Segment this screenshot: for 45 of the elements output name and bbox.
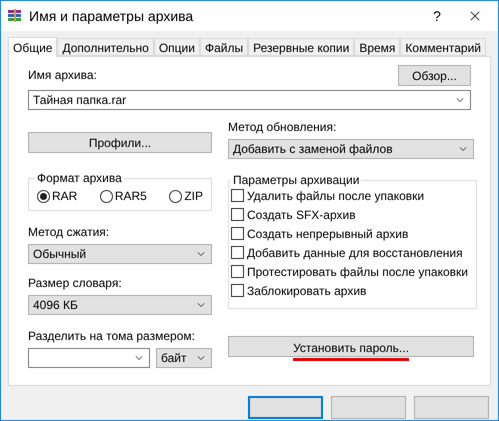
checkbox[interactable] [231,227,244,240]
tab[interactable]: Дополнительно [57,38,154,56]
books-icon [7,8,23,24]
archive-name-combobox[interactable]: Тайная папка.rar [28,90,471,110]
checkbox[interactable] [231,265,244,278]
field-label: Разделить на тома размером: [28,328,196,345]
checkbox-option[interactable]: Протестировать файлы после упаковки [231,265,468,278]
checkbox-option[interactable]: Добавить данные для восстановления [231,246,468,259]
window-title: Имя и параметры архива [29,6,194,26]
profiles-button[interactable]: Профили... [28,132,212,153]
checkbox[interactable] [231,208,244,221]
tab[interactable]: Опции [154,38,200,56]
checkbox[interactable] [231,246,244,259]
field-label: Размер словаря: [28,275,123,292]
field-label: Имя архива: [28,67,97,84]
radio-option[interactable]: RAR [37,187,78,205]
help-button[interactable]: ? [422,1,452,31]
tab[interactable]: Общие [8,37,58,57]
dictionary-combobox[interactable]: 4096 КБ [28,295,212,315]
dialog-button[interactable] [248,396,323,419]
tab[interactable]: Время [354,38,400,56]
checkbox-option[interactable]: Создать непрерывный архив [231,227,468,240]
radio-option[interactable]: ZIP [169,187,203,205]
checkbox-option[interactable]: Удалить файлы после упаковки [231,189,468,202]
tab[interactable]: Резервные копии [248,38,354,56]
button-label: Установить пароль... [293,339,409,361]
radio-button[interactable] [169,190,182,202]
compression-combobox[interactable]: Обычный [28,244,212,264]
radio-button[interactable] [100,190,113,202]
tab[interactable]: Файлы [200,38,248,56]
browse-button[interactable]: Обзор... [398,65,471,86]
unit-combobox[interactable]: байт [156,348,212,368]
checkbox-option[interactable]: Заблокировать архив [231,284,468,297]
checkbox[interactable] [231,189,244,202]
checkbox-option[interactable]: Создать SFX-архив [231,208,468,221]
group-title: Формат архива [36,170,123,187]
checkbox[interactable] [231,284,244,297]
radio-option[interactable]: RAR5 [100,187,147,205]
volume-size-combobox[interactable] [28,348,150,368]
group-title: Параметры архивации [232,172,360,189]
update-method-combobox[interactable]: Добавить с заменой файлов [228,139,474,159]
field-label: Метод обновления: [228,119,338,136]
field-label: Метод сжатия: [28,224,110,241]
radio-button[interactable] [37,190,50,202]
tab[interactable]: Комментарий [400,38,486,56]
